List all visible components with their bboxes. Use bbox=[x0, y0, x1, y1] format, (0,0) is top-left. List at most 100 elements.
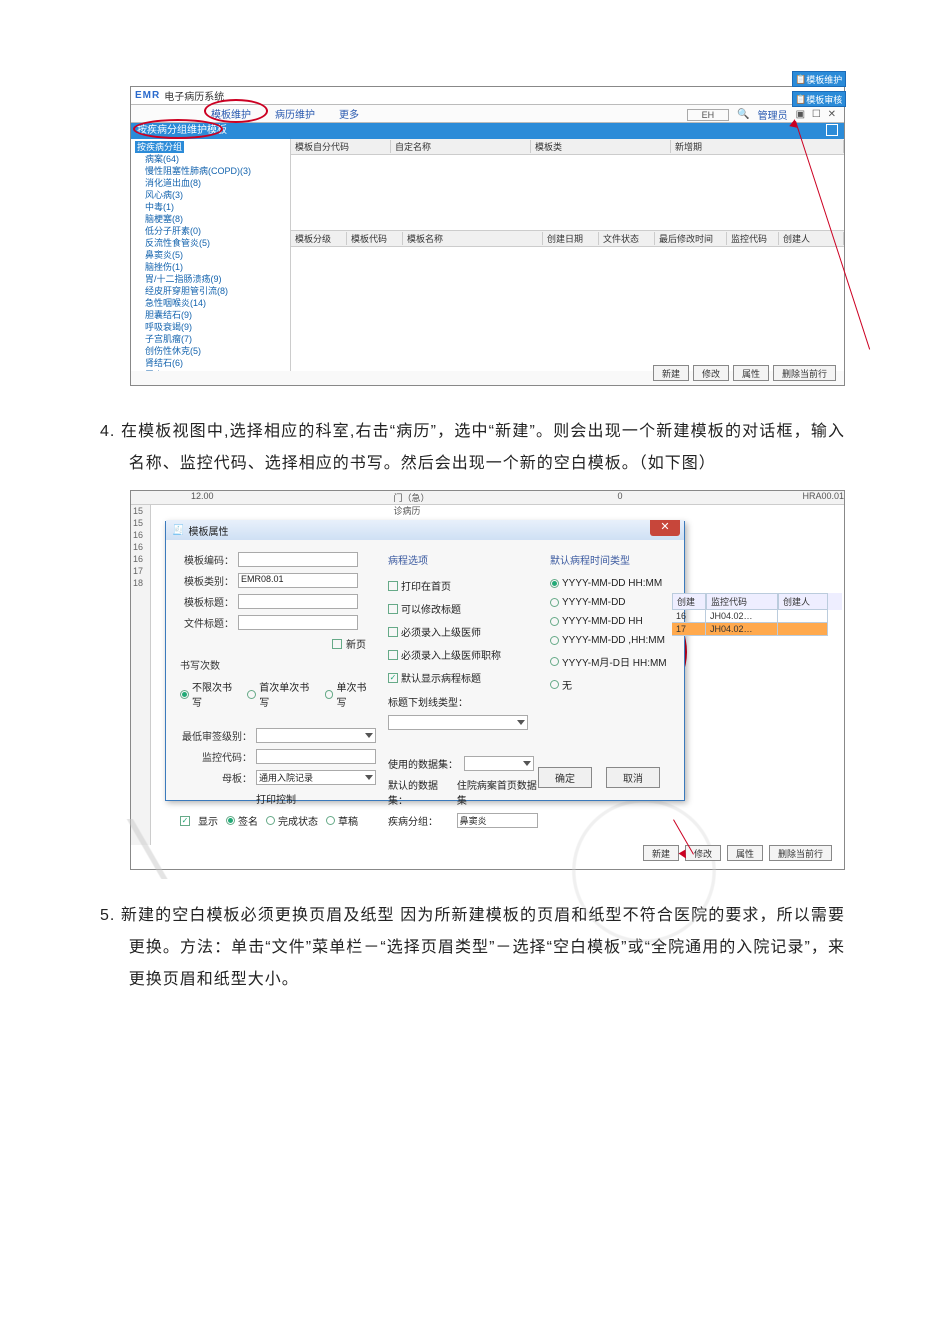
search-input[interactable]: EH bbox=[687, 109, 730, 121]
tree-node[interactable]: 胃/十二指肠溃疡(9) bbox=[135, 273, 286, 285]
cell[interactable]: 17 bbox=[672, 623, 706, 636]
dialog-titlebar[interactable]: 🧾 模板属性 ✕ bbox=[166, 520, 684, 540]
col-header[interactable]: 模板分级 bbox=[291, 232, 347, 245]
col-header[interactable]: 最后修改时间 bbox=[655, 232, 727, 245]
tree-node[interactable]: 胆囊结石(9) bbox=[135, 309, 286, 321]
btn-delete-row[interactable]: 删除当前行 bbox=[773, 365, 836, 381]
col-header[interactable]: 新增期 bbox=[671, 140, 844, 153]
chk-superior-title[interactable] bbox=[388, 650, 398, 660]
lbl-file: 文件标题： bbox=[180, 615, 234, 630]
chk-show[interactable]: ✓ bbox=[180, 816, 190, 826]
tree-node[interactable]: 鼻窦炎(5) bbox=[135, 249, 286, 261]
col-header[interactable]: 模板名称 bbox=[403, 232, 543, 245]
radio-label: 单次书写 bbox=[336, 679, 376, 709]
side-tab-template-audit[interactable]: 📋 模板审核 bbox=[792, 91, 846, 107]
tree-node[interactable]: 急性咽喉炎(14) bbox=[135, 297, 286, 309]
radio-time-1[interactable] bbox=[550, 579, 559, 588]
tree-node[interactable]: 反流性食管炎(5) bbox=[135, 237, 286, 249]
chk-newpage[interactable] bbox=[332, 639, 342, 649]
rh-col[interactable]: 创建人 bbox=[778, 593, 828, 610]
tree-node[interactable]: 风心病(3) bbox=[135, 189, 286, 201]
tree-node[interactable]: 子宫肌瘤(7) bbox=[135, 333, 286, 345]
btn-props-2[interactable]: 属性 bbox=[727, 845, 763, 861]
chevron-down-icon bbox=[365, 775, 373, 780]
user-label[interactable]: 管理员 bbox=[758, 107, 788, 122]
menu-record-maint[interactable]: 病历维护 bbox=[275, 106, 315, 121]
btn-delete-row-2[interactable]: 删除当前行 bbox=[769, 845, 832, 861]
chk-superior[interactable] bbox=[388, 627, 398, 637]
btn-cancel[interactable]: 取消 bbox=[606, 767, 660, 788]
input-code[interactable] bbox=[238, 552, 358, 567]
col-header[interactable]: 创建日期 bbox=[543, 232, 599, 245]
chk-show-progress-title[interactable]: ✓ bbox=[388, 673, 398, 683]
cell[interactable]: JH04.02… bbox=[706, 610, 778, 623]
tree-node[interactable]: 消化道出血(8) bbox=[135, 177, 286, 189]
col-header[interactable]: 监控代码 bbox=[727, 232, 779, 245]
side-tab-template-maint[interactable]: 📋 模板维护 bbox=[792, 71, 846, 87]
menu-more[interactable]: 更多 bbox=[339, 106, 359, 121]
select-parent[interactable]: 通用入院记录 bbox=[256, 770, 376, 785]
radio-time-5[interactable] bbox=[550, 657, 559, 666]
cell[interactable]: 16 bbox=[672, 610, 706, 623]
radio-time-3[interactable] bbox=[550, 617, 559, 626]
radio-print-done[interactable] bbox=[266, 816, 275, 825]
btn-ok[interactable]: 确定 bbox=[538, 767, 592, 788]
select-sign-level[interactable] bbox=[256, 728, 376, 743]
chk-edit-title[interactable] bbox=[388, 604, 398, 614]
btn-new[interactable]: 新建 bbox=[653, 365, 689, 381]
rh-col[interactable]: 创建 bbox=[672, 593, 706, 610]
radio-time-2[interactable] bbox=[550, 598, 559, 607]
col-header[interactable]: 模板自分代码 bbox=[291, 140, 391, 153]
input-type[interactable]: EMR08.01 bbox=[238, 573, 358, 588]
grid-body-top[interactable] bbox=[291, 155, 844, 231]
disease-tree[interactable]: 按疾病分组 病案(64) 慢性阻塞性肺病(COPD)(3) 消化道出血(8) 风… bbox=[131, 139, 291, 371]
select-use-ds[interactable] bbox=[464, 756, 534, 771]
radio-print-draft[interactable] bbox=[326, 816, 335, 825]
tree-node[interactable]: 胃炎(3) bbox=[135, 369, 286, 371]
cell[interactable]: JH04.02… bbox=[706, 623, 778, 636]
input-file[interactable] bbox=[238, 615, 358, 630]
col-header[interactable]: 自定名称 bbox=[391, 140, 531, 153]
expand-icon[interactable] bbox=[826, 124, 838, 136]
group-time-type: 默认病程时间类型 bbox=[550, 552, 670, 567]
col-header[interactable]: 模板代码 bbox=[347, 232, 403, 245]
red-ellipse-template-menu bbox=[204, 99, 268, 123]
tree-node[interactable]: 肾结石(6) bbox=[135, 357, 286, 369]
tree-node[interactable]: 脑梗塞(8) bbox=[135, 213, 286, 225]
radio-write-unlimited[interactable] bbox=[180, 690, 189, 699]
tree-node[interactable]: 慢性阻塞性肺病(COPD)(3) bbox=[135, 165, 286, 177]
chk-print-first[interactable] bbox=[388, 581, 398, 591]
radio-write-first[interactable] bbox=[247, 690, 256, 699]
col-header[interactable]: 模板类 bbox=[531, 140, 671, 153]
tree-node[interactable]: 创伤性休克(5) bbox=[135, 345, 286, 357]
btn-props[interactable]: 属性 bbox=[733, 365, 769, 381]
select-parent-value: 通用入院记录 bbox=[259, 771, 313, 784]
close-icon[interactable]: ✕ bbox=[650, 520, 680, 536]
input-caption[interactable] bbox=[238, 594, 358, 609]
col-header[interactable]: 文件状态 bbox=[599, 232, 655, 245]
tree-node[interactable]: 脑挫伤(1) bbox=[135, 261, 286, 273]
tree-root-selected[interactable]: 按疾病分组 bbox=[135, 141, 184, 153]
rh-col[interactable]: 监控代码 bbox=[706, 593, 778, 610]
input-disease[interactable]: 鼻窦炎 bbox=[457, 813, 538, 828]
select-underline[interactable] bbox=[388, 715, 528, 730]
radio-print-sign[interactable] bbox=[226, 816, 235, 825]
radio-label: YYYY-MM-DD bbox=[562, 597, 626, 608]
tree-node[interactable]: 中毒(1) bbox=[135, 201, 286, 213]
radio-time-6[interactable] bbox=[550, 680, 559, 689]
tree-node[interactable]: 病案(64) bbox=[135, 153, 286, 165]
tree-node[interactable]: 经皮肝穿胆管引流(8) bbox=[135, 285, 286, 297]
tree-node[interactable]: 呼吸衰竭(9) bbox=[135, 321, 286, 333]
chk-label: 可以修改标题 bbox=[401, 601, 461, 616]
btn-edit[interactable]: 修改 bbox=[693, 365, 729, 381]
search-icon[interactable]: 🔍 bbox=[737, 109, 749, 120]
radio-write-single[interactable] bbox=[325, 690, 334, 699]
chk-label: 打印在首页 bbox=[401, 578, 451, 593]
btn-new-2[interactable]: 新建 bbox=[643, 845, 679, 861]
input-monitor-code[interactable] bbox=[256, 749, 376, 764]
lbl-mon: 监控代码： bbox=[180, 749, 252, 764]
tree-node[interactable]: 低分子肝素(0) bbox=[135, 225, 286, 237]
cell[interactable] bbox=[778, 610, 828, 623]
radio-time-4[interactable] bbox=[550, 636, 559, 645]
cell[interactable] bbox=[778, 623, 828, 636]
